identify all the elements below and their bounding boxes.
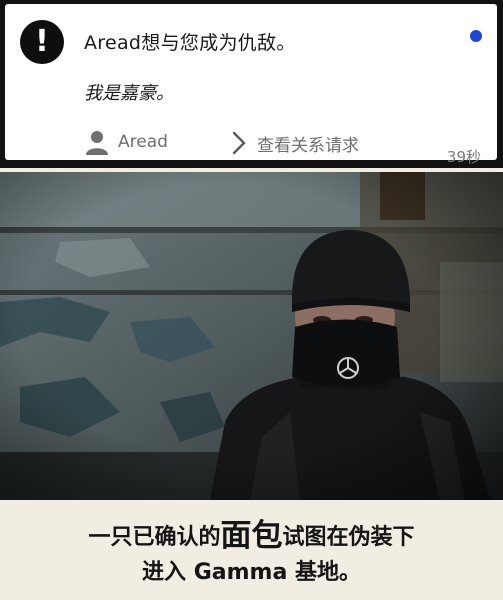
user-profile-button[interactable]: Aread xyxy=(84,129,168,155)
notification-message: 我是嘉豪。 xyxy=(84,83,174,104)
view-request-button[interactable]: 查看关系请求 xyxy=(229,129,359,157)
notification-headline: Aread想与您成为仇敌。 xyxy=(84,32,296,54)
notification-actions: Aread 查看关系请求 xyxy=(84,129,484,159)
notification-card[interactable]: ! Aread想与您成为仇敌。 我是嘉豪。 Aread 查看关系请求 39秒 xyxy=(5,4,497,166)
caption-text-before: 一只已确认的 xyxy=(88,525,221,550)
caption: 一只已确认的面包试图在伪装下 进入 Gamma 基地。 xyxy=(0,500,503,600)
caption-emphasis: 面包 xyxy=(220,518,283,554)
user-action-label: Aread xyxy=(118,132,168,152)
photo-illustration xyxy=(0,172,503,500)
masked-person-photo xyxy=(0,172,503,500)
unread-dot xyxy=(470,30,482,42)
notification-panel: ! Aread想与您成为仇敌。 我是嘉豪。 Aread 查看关系请求 39秒 xyxy=(0,0,503,168)
caption-line-2: 进入 Gamma 基地。 xyxy=(142,560,361,585)
view-action-label: 查看关系请求 xyxy=(257,135,359,156)
notification-time: 39秒 xyxy=(446,148,481,166)
chevron-right-icon xyxy=(232,131,246,155)
caption-line-1: 一只已确认的面包试图在伪装下 xyxy=(0,510,503,555)
alert-icon: ! xyxy=(20,20,64,64)
user-icon xyxy=(86,131,108,155)
meme-screen: ! Aread想与您成为仇敌。 我是嘉豪。 Aread 查看关系请求 39秒 一… xyxy=(0,0,503,600)
caption-text-after: 试图在伪装下 xyxy=(282,525,415,550)
